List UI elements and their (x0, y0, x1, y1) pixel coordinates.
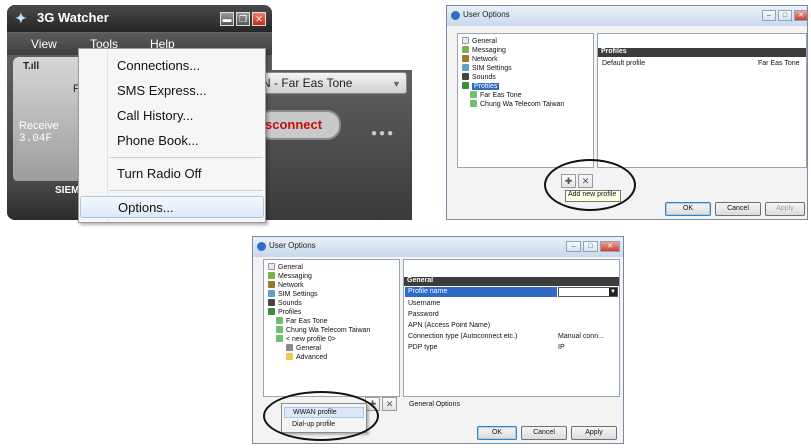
ok-button[interactable]: OK (665, 202, 711, 216)
field-connection-type[interactable]: Connection type (Autoconnect etc.) (408, 333, 517, 340)
field-password[interactable]: Password (408, 311, 439, 318)
menu-item-turn-radio-off[interactable]: Turn Radio Off (80, 163, 264, 185)
dialog-title: User Options (463, 10, 510, 19)
highlight-circle (544, 159, 636, 211)
cancel-button[interactable]: Cancel (521, 426, 567, 440)
tree-item-network[interactable]: Network (462, 55, 498, 63)
grid-row-name[interactable]: Default profile (602, 60, 645, 67)
menu-item-options[interactable]: Options... (80, 196, 264, 218)
tree-item-sim-settings[interactable]: SIM Settings (268, 290, 318, 298)
maximize-button[interactable]: □ (778, 10, 792, 21)
user-options-dialog-1: User Options – □ ✕ General Messaging Net… (446, 5, 808, 220)
chevron-down-icon: ▼ (392, 79, 401, 89)
tree-item-profiles[interactable]: Profiles (462, 82, 500, 90)
menu-item-phone-book[interactable]: Phone Book... (80, 130, 264, 152)
profiles-grid: Profiles Default profile Far Eas Tone (597, 33, 807, 168)
minimize-button[interactable]: – (762, 10, 776, 21)
tree-item-network[interactable]: Network (268, 281, 304, 289)
chevron-down-icon[interactable]: ▼ (609, 288, 617, 296)
tools-menu: Connections... SMS Express... Call Histo… (78, 48, 266, 223)
field-pdp-type[interactable]: PDP type (408, 344, 437, 351)
close-button[interactable]: ✕ (600, 241, 620, 252)
watcher-logo-icon: ✦ (15, 10, 27, 26)
watcher-title: 3G Watcher (37, 10, 109, 25)
app-icon (257, 242, 266, 251)
tree-item-sounds[interactable]: Sounds (462, 73, 496, 81)
user-options-dialog-2: User Options – □ ✕ General Messaging Net… (252, 236, 624, 444)
dialog-titlebar: User Options – □ ✕ (447, 6, 807, 26)
tree-item-new-general[interactable]: General (286, 344, 321, 352)
menu-separator (109, 157, 263, 158)
apply-button[interactable]: Apply (765, 202, 805, 216)
profile-properties-grid: General Profile name ▼ Username Password… (403, 259, 620, 397)
tree-item-chung-wa[interactable]: Chung Wa Telecom Taiwan (470, 100, 564, 108)
grid-header: General (404, 277, 619, 286)
delete-profile-icon[interactable]: ✕ (382, 397, 397, 411)
network-combo-value: N - Far Eas Tone (262, 76, 353, 90)
field-connection-type-value: Manual conn... (558, 333, 604, 340)
field-username[interactable]: Username (408, 300, 440, 307)
app-icon (451, 11, 460, 20)
field-pdp-type-value: IP (558, 344, 565, 351)
tree-item-profiles[interactable]: Profiles (268, 308, 301, 316)
close-button[interactable]: ✕ (252, 12, 266, 26)
field-apn[interactable]: APN (Access Point Name) (408, 322, 490, 329)
tree-item-far-eas-tone[interactable]: Far Eas Tone (470, 91, 522, 99)
network-combo[interactable]: N - Far Eas Tone ▼ (257, 72, 407, 94)
minimize-button[interactable]: ▬ (220, 12, 234, 26)
signal-strength-icon: T.ıll (23, 61, 40, 72)
menu-item-call-history[interactable]: Call History... (80, 105, 264, 127)
tree-item-messaging[interactable]: Messaging (462, 46, 506, 54)
received-value: 3.04F (19, 133, 53, 145)
ok-button[interactable]: OK (477, 426, 517, 440)
brand-logo: SIEM (55, 185, 80, 196)
cancel-button[interactable]: Cancel (715, 202, 761, 216)
dialog-title: User Options (269, 241, 316, 250)
grid-row-value: Far Eas Tone (758, 60, 800, 67)
disconnect-label: sconnect (265, 117, 323, 132)
tree-item-sounds[interactable]: Sounds (268, 299, 302, 307)
maximize-button[interactable]: □ (583, 241, 598, 252)
options-tree: General Messaging Network SIM Settings S… (457, 33, 594, 168)
options-tree: General Messaging Network SIM Settings S… (263, 259, 400, 397)
tree-item-messaging[interactable]: Messaging (268, 272, 312, 280)
received-label: Receive (19, 120, 59, 132)
menu-separator (109, 190, 263, 191)
tree-item-general[interactable]: General (462, 37, 497, 45)
watcher-right-area: N - Far Eas Tone ▼ sconnect ●●● (257, 70, 412, 220)
apply-button[interactable]: Apply (571, 426, 617, 440)
minimize-button[interactable]: – (566, 241, 581, 252)
menu-item-sms-express[interactable]: SMS Express... (80, 80, 264, 102)
tree-item-general[interactable]: General (268, 263, 303, 271)
more-dots-icon[interactable]: ●●● (371, 128, 395, 139)
tree-item-new-advanced[interactable]: Advanced (286, 353, 327, 361)
restore-button[interactable]: ❐ (236, 12, 250, 26)
grid-header: Profiles (598, 48, 806, 57)
menu-view[interactable]: View (31, 37, 57, 51)
menu-item-connections[interactable]: Connections... (80, 55, 264, 77)
highlight-circle (263, 391, 379, 441)
field-profile-name[interactable]: Profile name (408, 288, 447, 295)
tree-item-new-profile[interactable]: < new profile 0> (276, 335, 336, 343)
general-options-label: General Options (409, 401, 460, 408)
tree-item-sim-settings[interactable]: SIM Settings (462, 64, 512, 72)
dialog-titlebar: User Options – □ ✕ (253, 237, 623, 257)
close-button[interactable]: ✕ (794, 10, 807, 21)
tree-item-chung-wa[interactable]: Chung Wa Telecom Taiwan (276, 326, 370, 334)
tree-item-far-eas-tone[interactable]: Far Eas Tone (276, 317, 328, 325)
